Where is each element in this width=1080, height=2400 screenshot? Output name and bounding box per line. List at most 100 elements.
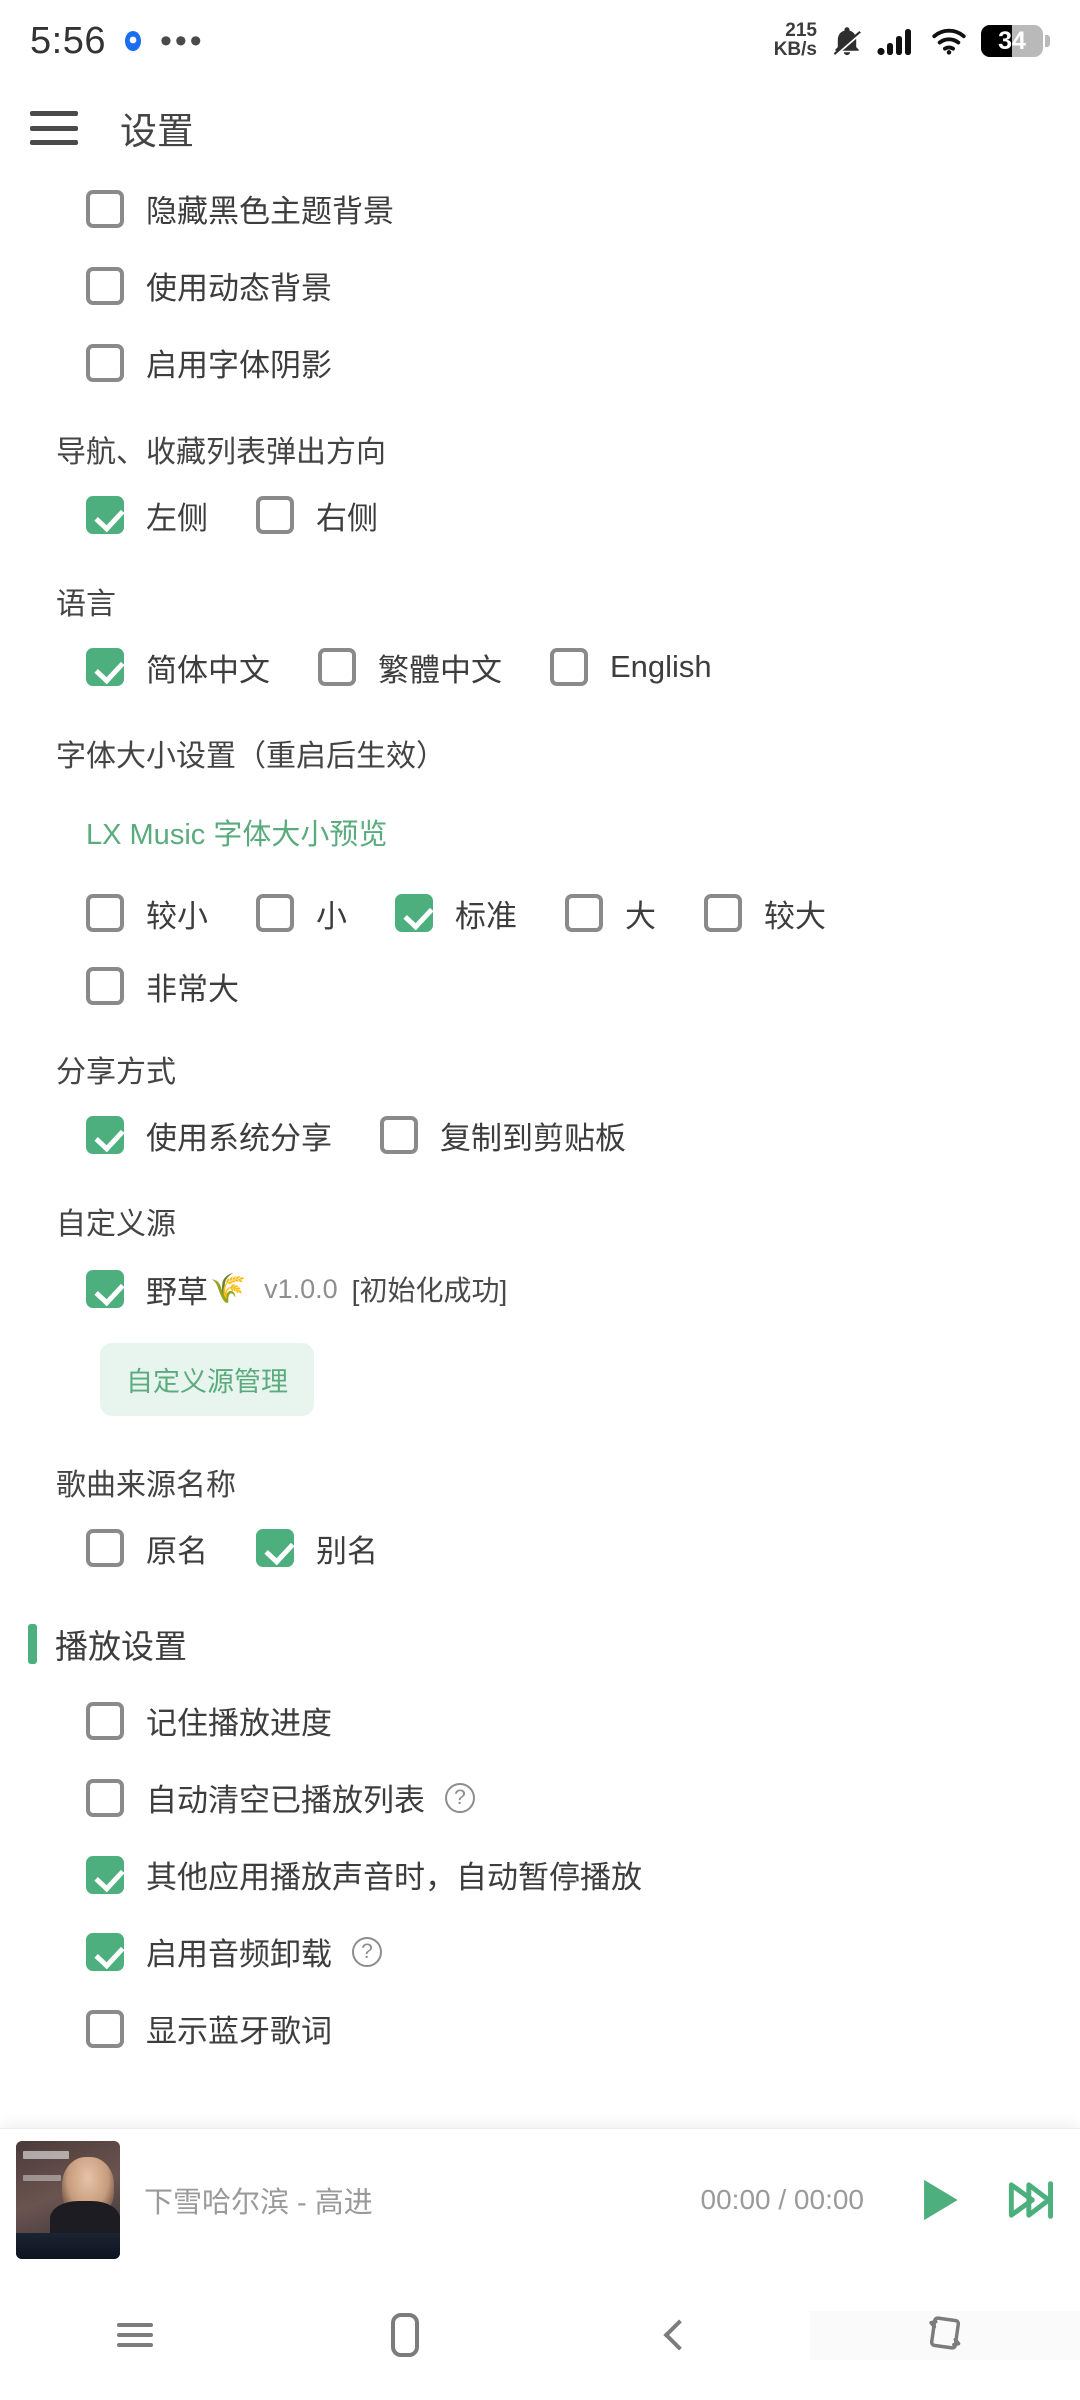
help-icon-audio-offload[interactable]: ? [352, 1936, 382, 1967]
label-hide-black-theme-bg: 隐藏黑色主题背景 [146, 194, 394, 229]
custom-source-manage-button[interactable]: 自定义源管理 [100, 1343, 314, 1416]
label-font-standard: 标准 [455, 898, 517, 934]
checkbox-language-traditional[interactable] [318, 648, 356, 686]
option-group-language: 简体中文 繁體中文 English [0, 629, 1080, 705]
checkbox-font-large[interactable] [565, 894, 603, 932]
checkbox-popup-left[interactable] [86, 496, 124, 534]
option-font-smaller[interactable]: 较小 [86, 891, 208, 936]
checkbox-font-standard[interactable] [395, 894, 433, 932]
status-time: 5:56 [30, 19, 106, 62]
checkbox-custom-source-yecao[interactable] [86, 1270, 124, 1308]
option-font-larger[interactable]: 较大 [704, 891, 826, 936]
phone-screen: 5:56 ••• 215 KB/s 34 设置 隐藏黑色主题背景 使用动态背景 … [0, 0, 1080, 2400]
label-dynamic-bg: 使用动态背景 [146, 271, 332, 306]
setting-row-dynamic-bg[interactable]: 使用动态背景 [0, 247, 1080, 324]
option-language-traditional[interactable]: 繁體中文 [318, 645, 502, 690]
battery-percent: 34 [998, 27, 1026, 55]
nav-rotate-button[interactable] [810, 2310, 1080, 2360]
nav-back-button[interactable] [540, 2319, 810, 2351]
option-font-huge[interactable]: 非常大 [86, 964, 239, 1009]
checkbox-font-huge[interactable] [86, 967, 124, 1005]
checkbox-hide-black-theme-bg[interactable] [86, 189, 124, 228]
page-title: 设置 [120, 111, 194, 152]
checkbox-bluetooth-lyrics[interactable] [86, 2009, 124, 2048]
checkbox-font-larger[interactable] [704, 894, 742, 932]
custom-source-item-row[interactable]: 野草 🌾 v1.0.0 [初始化成功] [0, 1249, 1080, 1329]
checkbox-popup-right[interactable] [256, 496, 294, 534]
status-bar: 5:56 ••• 215 KB/s 34 [0, 0, 1080, 82]
custom-source-status: [初始化成功] [351, 1275, 508, 1306]
label-font-larger: 较大 [764, 898, 826, 934]
option-group-popup-direction: 左侧 右侧 [0, 477, 1080, 553]
option-custom-source-yecao[interactable]: 野草 [86, 1267, 208, 1312]
checkbox-remember-progress[interactable] [86, 1701, 124, 1740]
mini-player-bar[interactable]: 下雪哈尔滨 - 高进 00:00 / 00:00 [0, 2128, 1080, 2270]
checkbox-audio-offload[interactable] [86, 1932, 124, 1971]
setting-row-auto-clear-playlist[interactable]: 自动清空已播放列表 ? [0, 1759, 1080, 1836]
label-source-original-name: 原名 [146, 1533, 208, 1569]
status-bar-left: 5:56 ••• [30, 20, 205, 63]
checkbox-auto-clear-playlist[interactable] [86, 1778, 124, 1817]
option-source-original-name[interactable]: 原名 [86, 1526, 208, 1571]
checkbox-source-original-name[interactable] [86, 1529, 124, 1567]
option-language-english[interactable]: English [550, 648, 712, 686]
player-time-display: 00:00 / 00:00 [700, 2183, 864, 2215]
help-icon-auto-clear-playlist[interactable]: ? [445, 1782, 475, 1813]
label-auto-pause: 其他应用播放声音时，自动暂停播放 [146, 1860, 642, 1895]
checkbox-auto-pause[interactable] [86, 1855, 124, 1894]
custom-source-version: v1.0.0 [264, 1273, 338, 1304]
nav-recents-button[interactable] [0, 2317, 270, 2353]
label-remember-progress: 记住播放进度 [146, 1706, 332, 1741]
option-share-system[interactable]: 使用系统分享 [86, 1113, 332, 1158]
checkbox-share-system[interactable] [86, 1116, 124, 1154]
checkbox-dynamic-bg[interactable] [86, 266, 124, 305]
checkbox-font-smaller[interactable] [86, 894, 124, 932]
setting-row-audio-offload[interactable]: 启用音频卸载 ? [0, 1913, 1080, 1990]
option-group-source-name: 原名 别名 [0, 1510, 1080, 1586]
album-cover[interactable] [16, 2140, 120, 2259]
checkbox-language-english[interactable] [550, 648, 588, 686]
settings-scroll-area[interactable]: 隐藏黑色主题背景 使用动态背景 启用字体阴影 导航、收藏列表弹出方向 左侧 右侧 [0, 170, 1080, 2130]
checkbox-font-shadow[interactable] [86, 343, 124, 382]
back-chevron-icon [663, 2319, 695, 2351]
label-custom-source-yecao: 野草 [146, 1274, 208, 1310]
network-speed-unit: KB/s [773, 39, 817, 60]
setting-row-auto-pause[interactable]: 其他应用播放声音时，自动暂停播放 [0, 1836, 1080, 1913]
android-nav-bar [0, 2270, 1080, 2400]
option-popup-right[interactable]: 右侧 [256, 493, 378, 538]
option-share-clipboard[interactable]: 复制到剪贴板 [380, 1113, 626, 1158]
section-header-playback: 播放设置 [0, 1586, 1080, 1682]
option-font-small[interactable]: 小 [256, 891, 347, 936]
checkbox-share-clipboard[interactable] [380, 1116, 418, 1154]
label-font-huge: 非常大 [146, 971, 239, 1007]
setting-row-bluetooth-lyrics[interactable]: 显示蓝牙歌词 [0, 1990, 1080, 2067]
font-size-preview-text: LX Music 字体大小预览 [86, 819, 388, 851]
rotate-screen-icon [923, 2311, 967, 2360]
nav-home-button[interactable] [270, 2313, 540, 2357]
option-language-simplified[interactable]: 简体中文 [86, 645, 270, 690]
hamburger-menu-icon[interactable] [30, 111, 78, 145]
group-title-custom-source: 自定义源 [56, 1208, 176, 1241]
option-popup-left[interactable]: 左侧 [86, 493, 208, 538]
checkbox-language-simplified[interactable] [86, 648, 124, 686]
checkbox-source-alias-name[interactable] [256, 1529, 294, 1567]
setting-row-hide-black-theme-bg[interactable]: 隐藏黑色主题背景 [0, 170, 1080, 247]
more-ellipsis-icon: ••• [159, 21, 205, 60]
label-language-english: English [610, 649, 712, 684]
label-font-small: 小 [316, 898, 347, 934]
cellular-signal-icon [877, 26, 917, 56]
section-title-playback: 播放设置 [55, 1628, 187, 1665]
battery-indicator: 34 [981, 25, 1050, 57]
label-language-simplified: 简体中文 [146, 652, 270, 688]
play-icon[interactable] [906, 2169, 968, 2231]
option-font-standard[interactable]: 标准 [395, 891, 517, 936]
group-title-font-size: 字体大小设置（重启后生效） [56, 740, 446, 773]
setting-row-remember-progress[interactable]: 记住播放进度 [0, 1682, 1080, 1759]
setting-row-font-shadow[interactable]: 启用字体阴影 [0, 324, 1080, 401]
group-title-share: 分享方式 [56, 1056, 176, 1089]
option-font-large[interactable]: 大 [565, 891, 656, 936]
next-track-icon[interactable] [1002, 2172, 1058, 2228]
checkbox-font-small[interactable] [256, 894, 294, 932]
label-popup-left: 左侧 [146, 500, 208, 536]
option-source-alias-name[interactable]: 别名 [256, 1526, 378, 1571]
